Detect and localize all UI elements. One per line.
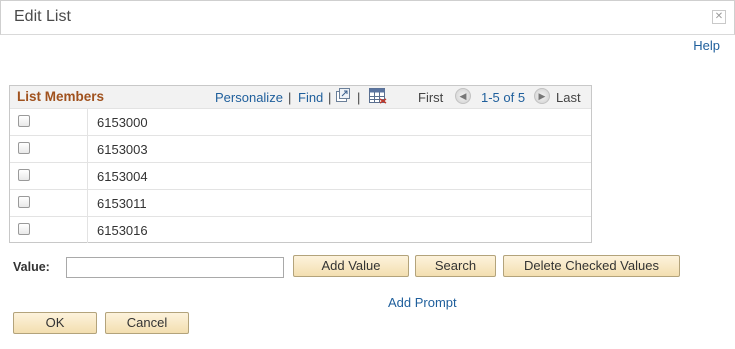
view-all-icon[interactable] xyxy=(336,88,350,102)
download-grid-icon[interactable] xyxy=(369,88,387,104)
member-value: 6153016 xyxy=(97,223,148,238)
delete-checked-values-button[interactable]: Delete Checked Values xyxy=(503,255,680,277)
ok-button[interactable]: OK xyxy=(13,312,97,334)
member-value: 6153003 xyxy=(97,142,148,157)
table-row: 6153016 xyxy=(10,216,591,243)
last-label: Last xyxy=(556,90,581,105)
close-icon[interactable]: ✕ xyxy=(712,10,726,24)
grid-header: List Members Personalize | Find | | Firs… xyxy=(10,86,591,108)
dialog-titlebar: Edit List ✕ xyxy=(0,0,735,35)
personalize-link[interactable]: Personalize xyxy=(215,90,283,105)
column-divider xyxy=(87,190,88,216)
row-checkbox[interactable] xyxy=(18,223,30,235)
add-value-button[interactable]: Add Value xyxy=(293,255,409,277)
column-divider xyxy=(87,163,88,189)
add-prompt-link[interactable]: Add Prompt xyxy=(388,295,457,310)
member-value: 6153000 xyxy=(97,115,148,130)
member-value: 6153011 xyxy=(97,196,147,211)
list-members-grid: List Members Personalize | Find | | Firs… xyxy=(9,85,592,243)
row-range: 1-5 of 5 xyxy=(481,90,526,105)
dialog-title: Edit List xyxy=(14,8,71,25)
value-input[interactable] xyxy=(66,257,284,278)
grid-title: List Members xyxy=(17,89,105,104)
row-checkbox[interactable] xyxy=(18,169,30,181)
cancel-button[interactable]: Cancel xyxy=(105,312,189,334)
search-button[interactable]: Search xyxy=(415,255,496,277)
row-checkbox[interactable] xyxy=(18,115,30,127)
separator: | xyxy=(328,90,332,105)
next-icon[interactable]: ▶ xyxy=(534,88,550,104)
table-row: 6153000 xyxy=(10,108,591,135)
table-row: 6153004 xyxy=(10,162,591,189)
value-label: Value: xyxy=(13,260,50,274)
first-label: First xyxy=(418,90,444,105)
find-link[interactable]: Find xyxy=(298,90,323,105)
row-checkbox[interactable] xyxy=(18,196,30,208)
previous-icon[interactable]: ◀ xyxy=(455,88,471,104)
table-row: 6153011 xyxy=(10,189,591,216)
member-value: 6153004 xyxy=(97,169,148,184)
column-divider xyxy=(87,217,88,243)
separator: | xyxy=(357,90,361,105)
help-link[interactable]: Help xyxy=(693,38,720,53)
table-row: 6153003 xyxy=(10,135,591,162)
column-divider xyxy=(87,136,88,162)
separator: | xyxy=(288,90,292,105)
column-divider xyxy=(87,109,88,135)
row-checkbox[interactable] xyxy=(18,142,30,154)
